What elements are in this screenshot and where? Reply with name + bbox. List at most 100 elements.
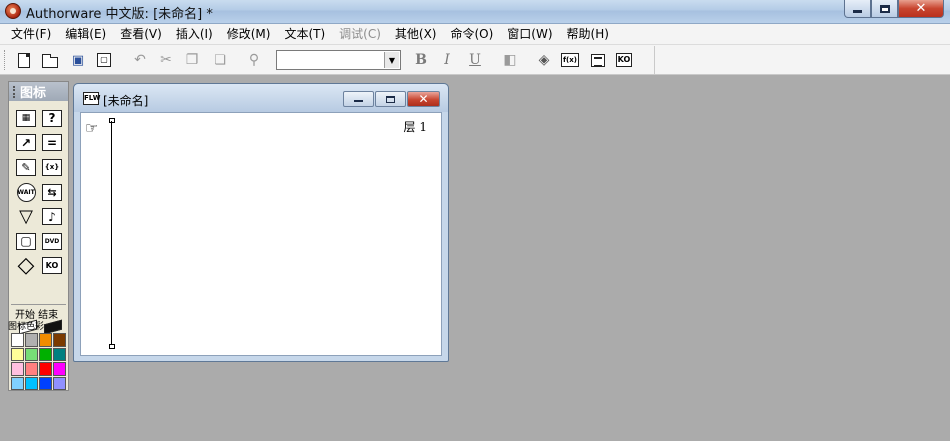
color-swatch[interactable]: [11, 333, 24, 347]
motion-icon: ↗: [16, 134, 36, 152]
font-style-select[interactable]: ▼: [276, 50, 401, 70]
video-icon: DVD: [42, 232, 62, 250]
flowline-minimize-button[interactable]: [343, 91, 374, 107]
cut-button[interactable]: ✂: [156, 50, 176, 70]
flowline-close-button[interactable]: ✕: [407, 91, 440, 107]
palette-title-bar[interactable]: 图标: [9, 82, 68, 101]
wait-icon: WAIT: [16, 182, 36, 202]
new-file-button[interactable]: [14, 50, 34, 70]
palette-video-button[interactable]: DVD: [39, 229, 65, 254]
variables-button[interactable]: [588, 50, 608, 70]
palette-interaction-button[interactable]: =: [39, 131, 65, 156]
menu-insert[interactable]: 插入(I): [169, 24, 220, 44]
minimize-button[interactable]: [844, 0, 871, 18]
close-icon: ✕: [418, 92, 429, 106]
color-swatch[interactable]: [53, 347, 66, 361]
sound-icon: ♪: [42, 208, 62, 226]
menu-xtras[interactable]: 其他(X): [388, 24, 444, 44]
flowline-window-titlebar[interactable]: FLW [未命名] ✕: [74, 84, 448, 112]
control-panel-button[interactable]: ◈: [534, 50, 554, 70]
menu-window[interactable]: 窗口(W): [500, 24, 559, 44]
icon-color-label: 图标色彩: [8, 322, 45, 332]
italic-button[interactable]: I: [437, 50, 457, 70]
flowline-maximize-button[interactable]: [375, 91, 406, 107]
open-file-button[interactable]: [40, 50, 60, 70]
menu-help[interactable]: 帮助(H): [560, 24, 616, 44]
flowline-window-title: [未命名]: [103, 94, 149, 108]
palette-knowledge-object-button[interactable]: KO: [39, 254, 65, 279]
flowline-window: FLW [未命名] ✕ ☞ 层 1: [73, 83, 449, 362]
palette-sound-button[interactable]: ♪: [39, 204, 65, 229]
menu-debug[interactable]: 调试(C): [332, 24, 388, 44]
color-swatch[interactable]: [11, 376, 24, 390]
palette-wait-button[interactable]: WAIT: [13, 180, 39, 205]
palette-map-button[interactable]: ▢: [13, 229, 39, 254]
import-button[interactable]: ▢: [94, 50, 114, 70]
bold-button[interactable]: B: [411, 50, 431, 70]
palette-title: 图标: [20, 86, 47, 101]
flowline-window-controls: ✕: [343, 91, 440, 107]
menu-text[interactable]: 文本(T): [277, 24, 332, 44]
palette-decision-button[interactable]: ?: [39, 106, 65, 131]
palette-erase-button[interactable]: ✎: [13, 155, 39, 180]
maximize-icon: [386, 95, 395, 103]
copy-button[interactable]: ❐: [182, 50, 202, 70]
window-controls: ✕: [844, 0, 944, 18]
color-swatch[interactable]: [39, 347, 52, 361]
chevron-down-icon[interactable]: ▼: [384, 52, 399, 68]
paste-button[interactable]: ❏: [210, 50, 230, 70]
palette-motion-button[interactable]: ↗: [13, 131, 39, 156]
find-icon: ⚲: [248, 52, 260, 68]
palette-calculation-button[interactable]: {x}: [39, 155, 65, 180]
save-all-button[interactable]: ▣: [68, 50, 88, 70]
menu-commands[interactable]: 命令(O): [443, 24, 500, 44]
flowline-canvas[interactable]: ☞ 层 1: [80, 112, 442, 356]
menu-edit[interactable]: 编辑(E): [58, 24, 113, 44]
functions-button[interactable]: f(x): [560, 50, 580, 70]
cut-icon: ✂: [160, 52, 172, 68]
functions-icon: f(x): [561, 53, 579, 67]
import-icon: ▢: [97, 53, 111, 67]
color-swatch[interactable]: [25, 376, 38, 390]
color-swatch[interactable]: [53, 333, 66, 347]
color-swatch[interactable]: [11, 347, 24, 361]
palette-navigation-button[interactable]: ⇆: [39, 180, 65, 205]
menu-file[interactable]: 文件(F): [4, 24, 58, 44]
palette-grip[interactable]: [13, 85, 17, 98]
palette-display-button[interactable]: ▦: [13, 106, 39, 131]
knowledge-objects-icon: KO: [616, 53, 632, 67]
underline-button[interactable]: U: [465, 50, 485, 70]
minimize-icon: [354, 100, 363, 102]
color-swatch[interactable]: [11, 362, 24, 376]
calculation-icon: {x}: [42, 158, 62, 176]
framework-icon: ▽: [19, 205, 33, 227]
knowledge-objects-button[interactable]: KO: [614, 50, 634, 70]
color-swatch[interactable]: [25, 333, 38, 347]
undo-button[interactable]: ↶: [130, 50, 150, 70]
color-swatch[interactable]: [53, 376, 66, 390]
run-button[interactable]: ◧: [500, 50, 520, 70]
menu-view[interactable]: 查看(V): [113, 24, 169, 44]
color-swatch[interactable]: [39, 376, 52, 390]
flowline: [111, 121, 112, 347]
color-swatch[interactable]: [25, 347, 38, 361]
flowline-end-marker: [109, 344, 115, 349]
erase-icon: ✎: [16, 158, 36, 176]
toolbar-grip[interactable]: [4, 50, 7, 70]
menu-modify[interactable]: 修改(M): [220, 24, 278, 44]
palette-group-button[interactable]: ◇: [13, 254, 39, 279]
color-swatch[interactable]: [53, 362, 66, 376]
toolbar-separator: [654, 46, 655, 74]
variables-icon: [591, 53, 605, 67]
display-icon: ▦: [16, 109, 36, 127]
color-swatch[interactable]: [25, 362, 38, 376]
palette-framework-button[interactable]: ▽: [13, 204, 39, 229]
maximize-button[interactable]: [871, 0, 898, 18]
group-icon: ◇: [17, 252, 35, 278]
color-swatch[interactable]: [39, 333, 52, 347]
underline-label: U: [469, 52, 481, 68]
app-logo-icon: [5, 3, 21, 19]
color-swatch[interactable]: [39, 362, 52, 376]
close-button[interactable]: ✕: [898, 0, 944, 18]
find-button[interactable]: ⚲: [244, 50, 264, 70]
